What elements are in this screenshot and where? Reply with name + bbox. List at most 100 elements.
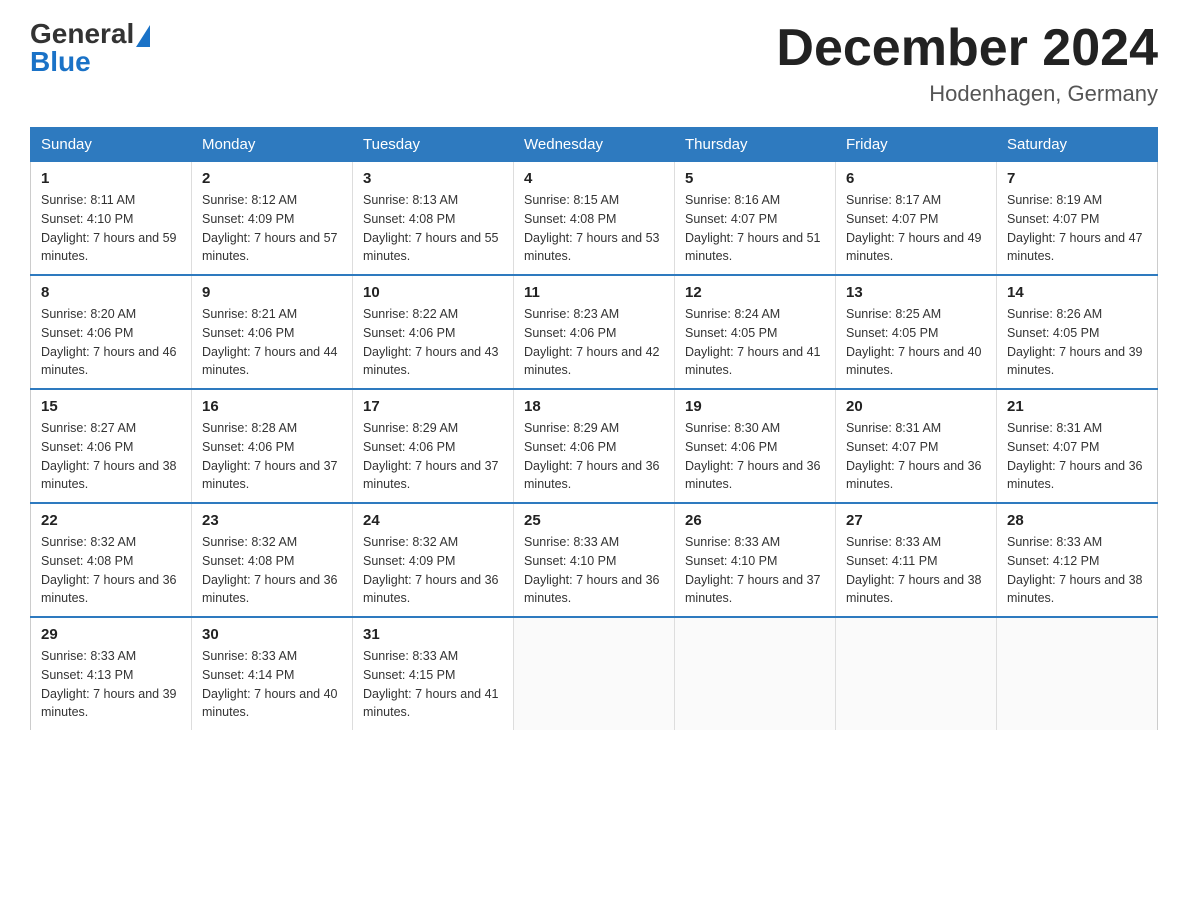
calendar-day-cell: 29 Sunrise: 8:33 AMSunset: 4:13 PMDaylig… — [31, 617, 192, 730]
calendar-day-cell: 2 Sunrise: 8:12 AMSunset: 4:09 PMDayligh… — [192, 162, 353, 276]
day-number: 23 — [202, 512, 342, 529]
day-info: Sunrise: 8:17 AMSunset: 4:07 PMDaylight:… — [846, 193, 982, 263]
calendar-day-cell: 16 Sunrise: 8:28 AMSunset: 4:06 PMDaylig… — [192, 389, 353, 503]
day-number: 21 — [1007, 398, 1147, 415]
day-number: 8 — [41, 284, 181, 301]
day-number: 5 — [685, 170, 825, 187]
day-number: 3 — [363, 170, 503, 187]
calendar-day-cell: 26 Sunrise: 8:33 AMSunset: 4:10 PMDaylig… — [675, 503, 836, 617]
calendar-day-cell: 10 Sunrise: 8:22 AMSunset: 4:06 PMDaylig… — [353, 275, 514, 389]
day-info: Sunrise: 8:25 AMSunset: 4:05 PMDaylight:… — [846, 307, 982, 377]
calendar-day-cell: 5 Sunrise: 8:16 AMSunset: 4:07 PMDayligh… — [675, 162, 836, 276]
day-number: 15 — [41, 398, 181, 415]
calendar-location: Hodenhagen, Germany — [776, 81, 1158, 107]
day-info: Sunrise: 8:33 AMSunset: 4:14 PMDaylight:… — [202, 649, 338, 719]
day-number: 4 — [524, 170, 664, 187]
calendar-day-cell: 17 Sunrise: 8:29 AMSunset: 4:06 PMDaylig… — [353, 389, 514, 503]
header-tuesday: Tuesday — [353, 128, 514, 162]
day-info: Sunrise: 8:29 AMSunset: 4:06 PMDaylight:… — [363, 421, 499, 491]
day-info: Sunrise: 8:33 AMSunset: 4:11 PMDaylight:… — [846, 535, 982, 605]
day-number: 22 — [41, 512, 181, 529]
calendar-day-cell — [675, 617, 836, 730]
calendar-week-row: 29 Sunrise: 8:33 AMSunset: 4:13 PMDaylig… — [31, 617, 1158, 730]
calendar-day-cell: 31 Sunrise: 8:33 AMSunset: 4:15 PMDaylig… — [353, 617, 514, 730]
day-info: Sunrise: 8:33 AMSunset: 4:10 PMDaylight:… — [685, 535, 821, 605]
calendar-day-cell — [514, 617, 675, 730]
day-info: Sunrise: 8:24 AMSunset: 4:05 PMDaylight:… — [685, 307, 821, 377]
day-number: 19 — [685, 398, 825, 415]
day-info: Sunrise: 8:31 AMSunset: 4:07 PMDaylight:… — [1007, 421, 1143, 491]
day-info: Sunrise: 8:22 AMSunset: 4:06 PMDaylight:… — [363, 307, 499, 377]
day-info: Sunrise: 8:11 AMSunset: 4:10 PMDaylight:… — [41, 193, 177, 263]
day-info: Sunrise: 8:32 AMSunset: 4:09 PMDaylight:… — [363, 535, 499, 605]
day-number: 26 — [685, 512, 825, 529]
day-info: Sunrise: 8:28 AMSunset: 4:06 PMDaylight:… — [202, 421, 338, 491]
day-number: 31 — [363, 626, 503, 643]
day-info: Sunrise: 8:27 AMSunset: 4:06 PMDaylight:… — [41, 421, 177, 491]
header-saturday: Saturday — [997, 128, 1158, 162]
day-info: Sunrise: 8:30 AMSunset: 4:06 PMDaylight:… — [685, 421, 821, 491]
day-number: 27 — [846, 512, 986, 529]
calendar-day-cell: 11 Sunrise: 8:23 AMSunset: 4:06 PMDaylig… — [514, 275, 675, 389]
day-info: Sunrise: 8:12 AMSunset: 4:09 PMDaylight:… — [202, 193, 338, 263]
calendar-day-cell: 19 Sunrise: 8:30 AMSunset: 4:06 PMDaylig… — [675, 389, 836, 503]
day-number: 24 — [363, 512, 503, 529]
day-info: Sunrise: 8:33 AMSunset: 4:12 PMDaylight:… — [1007, 535, 1143, 605]
day-number: 13 — [846, 284, 986, 301]
day-info: Sunrise: 8:31 AMSunset: 4:07 PMDaylight:… — [846, 421, 982, 491]
logo: General Blue — [30, 20, 150, 76]
day-number: 29 — [41, 626, 181, 643]
calendar-day-cell — [997, 617, 1158, 730]
day-number: 30 — [202, 626, 342, 643]
day-number: 20 — [846, 398, 986, 415]
calendar-day-cell: 24 Sunrise: 8:32 AMSunset: 4:09 PMDaylig… — [353, 503, 514, 617]
day-number: 2 — [202, 170, 342, 187]
calendar-day-cell: 27 Sunrise: 8:33 AMSunset: 4:11 PMDaylig… — [836, 503, 997, 617]
day-info: Sunrise: 8:13 AMSunset: 4:08 PMDaylight:… — [363, 193, 499, 263]
day-number: 7 — [1007, 170, 1147, 187]
day-info: Sunrise: 8:19 AMSunset: 4:07 PMDaylight:… — [1007, 193, 1143, 263]
day-info: Sunrise: 8:15 AMSunset: 4:08 PMDaylight:… — [524, 193, 660, 263]
day-info: Sunrise: 8:20 AMSunset: 4:06 PMDaylight:… — [41, 307, 177, 377]
logo-triangle-icon — [136, 25, 150, 47]
day-info: Sunrise: 8:21 AMSunset: 4:06 PMDaylight:… — [202, 307, 338, 377]
day-info: Sunrise: 8:23 AMSunset: 4:06 PMDaylight:… — [524, 307, 660, 377]
calendar-day-cell: 25 Sunrise: 8:33 AMSunset: 4:10 PMDaylig… — [514, 503, 675, 617]
header-monday: Monday — [192, 128, 353, 162]
header-thursday: Thursday — [675, 128, 836, 162]
day-info: Sunrise: 8:33 AMSunset: 4:13 PMDaylight:… — [41, 649, 177, 719]
calendar-day-cell: 3 Sunrise: 8:13 AMSunset: 4:08 PMDayligh… — [353, 162, 514, 276]
calendar-day-cell: 18 Sunrise: 8:29 AMSunset: 4:06 PMDaylig… — [514, 389, 675, 503]
day-number: 9 — [202, 284, 342, 301]
calendar-week-row: 15 Sunrise: 8:27 AMSunset: 4:06 PMDaylig… — [31, 389, 1158, 503]
calendar-week-row: 22 Sunrise: 8:32 AMSunset: 4:08 PMDaylig… — [31, 503, 1158, 617]
day-info: Sunrise: 8:33 AMSunset: 4:15 PMDaylight:… — [363, 649, 499, 719]
calendar-day-cell: 23 Sunrise: 8:32 AMSunset: 4:08 PMDaylig… — [192, 503, 353, 617]
calendar-day-cell: 20 Sunrise: 8:31 AMSunset: 4:07 PMDaylig… — [836, 389, 997, 503]
calendar-day-cell: 4 Sunrise: 8:15 AMSunset: 4:08 PMDayligh… — [514, 162, 675, 276]
calendar-day-cell: 28 Sunrise: 8:33 AMSunset: 4:12 PMDaylig… — [997, 503, 1158, 617]
header-sunday: Sunday — [31, 128, 192, 162]
logo-general-text: General — [30, 20, 134, 48]
header-wednesday: Wednesday — [514, 128, 675, 162]
calendar-day-cell: 22 Sunrise: 8:32 AMSunset: 4:08 PMDaylig… — [31, 503, 192, 617]
day-number: 12 — [685, 284, 825, 301]
calendar-header: Sunday Monday Tuesday Wednesday Thursday… — [31, 128, 1158, 162]
day-info: Sunrise: 8:32 AMSunset: 4:08 PMDaylight:… — [41, 535, 177, 605]
day-number: 11 — [524, 284, 664, 301]
day-info: Sunrise: 8:33 AMSunset: 4:10 PMDaylight:… — [524, 535, 660, 605]
day-number: 25 — [524, 512, 664, 529]
day-number: 18 — [524, 398, 664, 415]
calendar-table: Sunday Monday Tuesday Wednesday Thursday… — [30, 127, 1158, 730]
calendar-day-cell — [836, 617, 997, 730]
day-number: 10 — [363, 284, 503, 301]
day-number: 14 — [1007, 284, 1147, 301]
day-info: Sunrise: 8:26 AMSunset: 4:05 PMDaylight:… — [1007, 307, 1143, 377]
day-info: Sunrise: 8:29 AMSunset: 4:06 PMDaylight:… — [524, 421, 660, 491]
calendar-day-cell: 14 Sunrise: 8:26 AMSunset: 4:05 PMDaylig… — [997, 275, 1158, 389]
calendar-title: December 2024 — [776, 20, 1158, 77]
calendar-day-cell: 30 Sunrise: 8:33 AMSunset: 4:14 PMDaylig… — [192, 617, 353, 730]
calendar-day-cell: 15 Sunrise: 8:27 AMSunset: 4:06 PMDaylig… — [31, 389, 192, 503]
calendar-day-cell: 13 Sunrise: 8:25 AMSunset: 4:05 PMDaylig… — [836, 275, 997, 389]
page-header: General Blue December 2024 Hodenhagen, G… — [30, 20, 1158, 107]
